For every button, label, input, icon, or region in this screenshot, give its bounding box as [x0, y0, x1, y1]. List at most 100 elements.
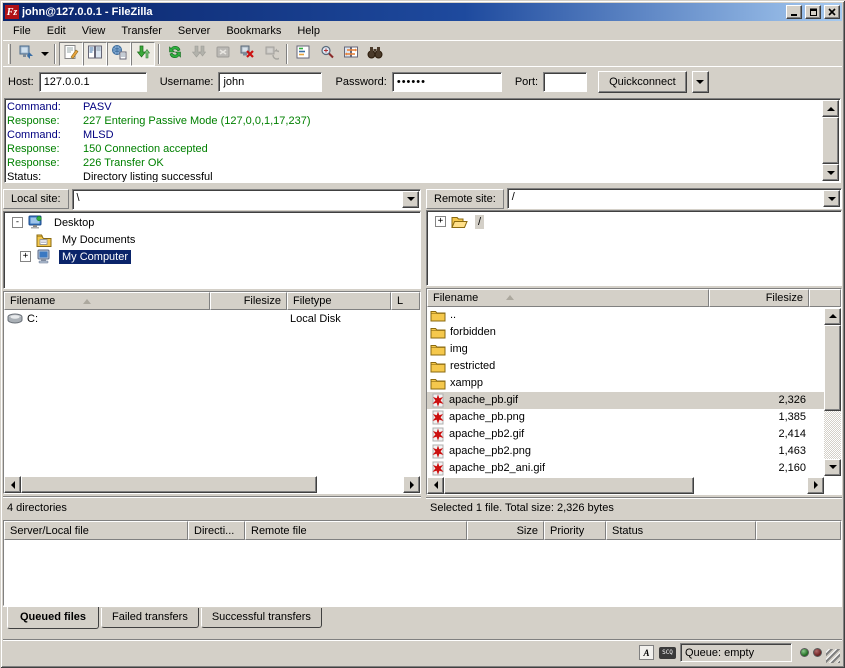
remote-file-row[interactable]: apache_pb2_ani.gif 2,160: [427, 460, 824, 477]
menu-help[interactable]: Help: [289, 23, 328, 39]
tab-failed-transfers[interactable]: Failed transfers: [101, 608, 199, 628]
disconnect-icon: [239, 44, 255, 63]
toggle-transfer-queue-button[interactable]: [131, 42, 155, 66]
remote-file-row[interactable]: xampp: [427, 375, 824, 392]
log-vertical-scrollbar[interactable]: [822, 100, 839, 181]
remote-site-combo[interactable]: /: [507, 188, 842, 209]
port-input[interactable]: [543, 72, 587, 92]
resize-grip[interactable]: [826, 649, 840, 663]
column-header-priority[interactable]: Priority: [544, 521, 606, 540]
selected-tree-item-label: My Computer: [59, 250, 131, 264]
toggle-message-log-button[interactable]: [59, 42, 83, 66]
cancel-operation-button[interactable]: [211, 42, 235, 66]
password-input[interactable]: [392, 72, 502, 92]
remote-file-row-selected[interactable]: apache_pb.gif 2,326: [427, 392, 824, 409]
scrollbar-thumb[interactable]: [822, 117, 839, 164]
remote-site-dropdown[interactable]: [823, 190, 840, 207]
scroll-right-button[interactable]: [403, 476, 420, 493]
tab-queued-files[interactable]: Queued files: [7, 607, 99, 629]
quickconnect-button[interactable]: Quickconnect: [598, 71, 687, 93]
expand-toggle[interactable]: +: [435, 216, 446, 227]
scroll-up-button[interactable]: [822, 100, 839, 117]
scrollbar-thumb[interactable]: [21, 476, 317, 493]
menu-transfer[interactable]: Transfer: [113, 23, 170, 39]
menu-server[interactable]: Server: [170, 23, 218, 39]
remote-file-row[interactable]: img: [427, 341, 824, 358]
tree-item-root[interactable]: + /: [429, 213, 839, 230]
column-header-filename[interactable]: Filename: [4, 292, 210, 310]
toggle-local-tree-button[interactable]: [83, 42, 107, 66]
chevron-down-icon: [41, 52, 49, 56]
remote-list-header: Filename Filesize: [427, 289, 841, 307]
column-header-filetype[interactable]: Filetype: [287, 292, 391, 310]
remote-file-row[interactable]: apache_pb.png 1,385: [427, 409, 824, 426]
remote-horizontal-scrollbar[interactable]: [427, 477, 824, 494]
remote-vertical-scrollbar[interactable]: [824, 308, 841, 476]
toolbar-grip[interactable]: [8, 44, 11, 64]
scrollbar-track[interactable]: [824, 411, 841, 459]
find-files-button[interactable]: [363, 42, 387, 66]
local-site-combo[interactable]: \: [72, 189, 421, 210]
log-line: Status:Directory listing successful: [7, 170, 838, 182]
process-queue-button[interactable]: [187, 42, 211, 66]
remote-file-row[interactable]: restricted: [427, 358, 824, 375]
speed-limit-icon[interactable]: SCQ: [659, 644, 676, 661]
scroll-up-button[interactable]: [824, 308, 841, 325]
expand-toggle[interactable]: +: [20, 251, 31, 262]
tree-item-my-documents[interactable]: My Documents: [6, 231, 418, 248]
menu-file[interactable]: File: [5, 23, 39, 39]
column-header-server-local-file[interactable]: Server/Local file: [4, 521, 188, 540]
menu-view[interactable]: View: [74, 23, 114, 39]
tree-item-desktop[interactable]: - Desktop: [6, 214, 418, 231]
local-file-row[interactable]: C: Local Disk: [4, 310, 420, 327]
process-queue-icon: [191, 44, 207, 63]
scroll-right-button[interactable]: [807, 477, 824, 494]
column-header-status[interactable]: Status: [606, 521, 756, 540]
toggle-remote-tree-button[interactable]: [107, 42, 131, 66]
reconnect-button[interactable]: [259, 42, 283, 66]
scroll-down-button[interactable]: [822, 164, 839, 181]
column-header-filesize[interactable]: Filesize: [709, 289, 809, 307]
column-header-remote-file[interactable]: Remote file: [245, 521, 467, 540]
maximize-button[interactable]: [805, 5, 821, 19]
local-site-dropdown[interactable]: [402, 191, 419, 208]
scroll-left-button[interactable]: [427, 477, 444, 494]
column-header-size[interactable]: Size: [467, 521, 544, 540]
menu-edit[interactable]: Edit: [39, 23, 74, 39]
refresh-button[interactable]: [163, 42, 187, 66]
username-input[interactable]: [218, 72, 322, 92]
username-label: Username:: [160, 76, 214, 88]
synchronized-browsing-button[interactable]: [339, 42, 363, 66]
remote-file-row[interactable]: apache_pb2.png 1,463: [427, 443, 824, 460]
sync-browse-icon: [343, 44, 359, 63]
scroll-left-button[interactable]: [4, 476, 21, 493]
scrollbar-thumb[interactable]: [824, 325, 841, 411]
minimize-button[interactable]: [786, 5, 802, 19]
column-header-filesize[interactable]: Filesize: [210, 292, 287, 310]
tree-item-my-computer[interactable]: + My Computer: [6, 248, 418, 265]
directory-comparison-button[interactable]: [315, 42, 339, 66]
remote-file-row[interactable]: apache_pb2.gif 2,414: [427, 426, 824, 443]
site-manager-button[interactable]: [14, 42, 38, 66]
quickconnect-dropdown[interactable]: [692, 71, 709, 93]
column-header-filename[interactable]: Filename: [427, 289, 709, 307]
scroll-down-button[interactable]: [824, 459, 841, 476]
tab-successful-transfers[interactable]: Successful transfers: [201, 608, 322, 628]
menu-bookmarks[interactable]: Bookmarks: [218, 23, 289, 39]
local-file-list: Filename Filesize Filetype L C: Local Di…: [3, 291, 421, 494]
filter-button[interactable]: [291, 42, 315, 66]
scrollbar-track[interactable]: [694, 477, 807, 494]
close-button[interactable]: [824, 5, 840, 19]
column-header-last-modified[interactable]: L: [391, 292, 420, 310]
local-horizontal-scrollbar[interactable]: [4, 476, 420, 493]
disconnect-button[interactable]: [235, 42, 259, 66]
collapse-toggle[interactable]: -: [12, 217, 23, 228]
site-manager-dropdown[interactable]: [38, 43, 51, 65]
scrollbar-track[interactable]: [317, 476, 403, 493]
scrollbar-thumb[interactable]: [444, 477, 694, 494]
host-input[interactable]: [39, 72, 147, 92]
remote-file-row[interactable]: forbidden: [427, 324, 824, 341]
remote-file-row[interactable]: ..: [427, 307, 824, 324]
column-header-direction[interactable]: Directi...: [188, 521, 245, 540]
data-type-indicator[interactable]: A: [638, 644, 655, 661]
